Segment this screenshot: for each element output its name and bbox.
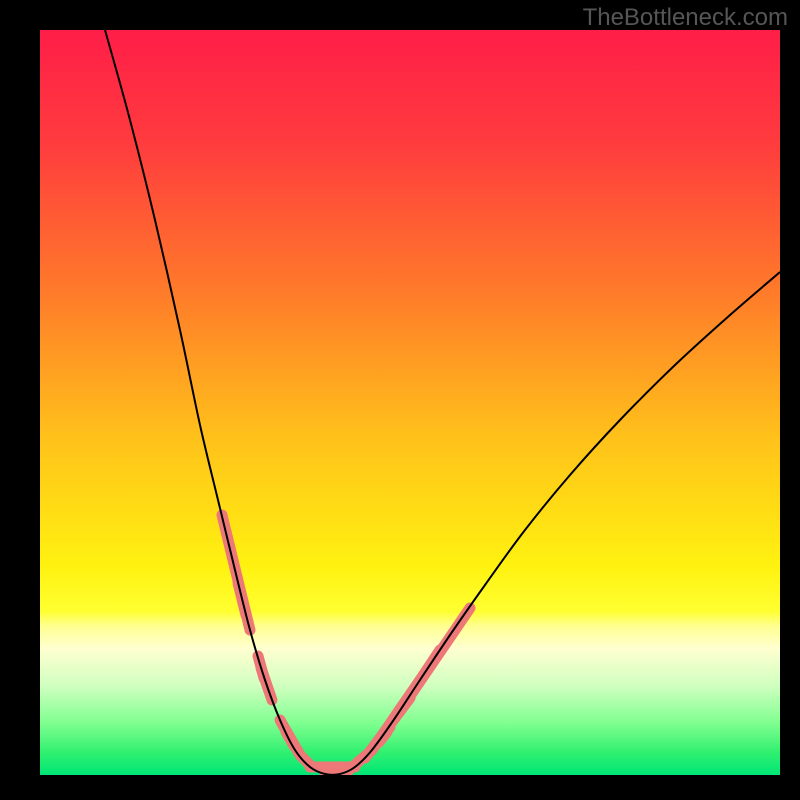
plot-area <box>40 30 780 775</box>
attribution-text: TheBottleneck.com <box>583 4 788 32</box>
bottleneck-chart <box>40 30 780 775</box>
gradient-bg <box>40 30 780 775</box>
frame: TheBottleneck.com <box>0 0 800 800</box>
